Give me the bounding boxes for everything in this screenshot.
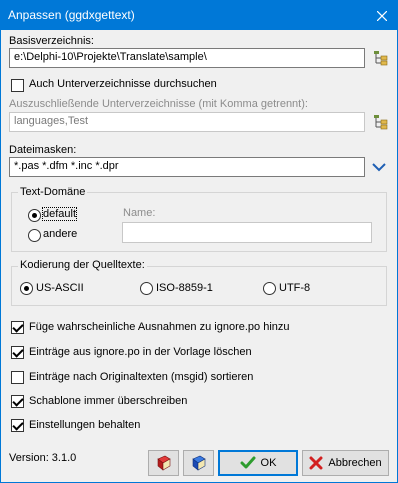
cancel-button[interactable]: Abbrechen bbox=[302, 450, 389, 476]
domain-default-label: default bbox=[41, 207, 78, 221]
remove-ignored-checkbox[interactable] bbox=[11, 346, 24, 359]
sort-msgid-label: Einträge nach Originaltexten (msgid) sor… bbox=[29, 371, 254, 383]
subdirs-checkbox[interactable] bbox=[11, 79, 24, 92]
browse-excluded-button[interactable] bbox=[372, 113, 390, 131]
add-exceptions-checkbox[interactable] bbox=[11, 321, 24, 334]
ok-button[interactable]: OK bbox=[218, 450, 298, 476]
keep-settings-label: Einstellungen behalten bbox=[29, 419, 141, 431]
masks-label: Dateimasken: bbox=[9, 144, 77, 156]
help-book-button[interactable] bbox=[148, 450, 179, 476]
encoding-iso-8859-1-label: ISO-8859-1 bbox=[156, 282, 213, 294]
settings-dialog: Anpassen (ggdxgettext) Basisverzeichnis:… bbox=[0, 0, 398, 483]
cancel-button-label: Abbrechen bbox=[328, 457, 382, 469]
browse-folder-button[interactable] bbox=[372, 49, 390, 67]
chevron-down-icon bbox=[372, 163, 386, 172]
domain-name-input[interactable] bbox=[122, 222, 372, 243]
domain-other-radio[interactable] bbox=[28, 229, 41, 242]
excluded-dirs-input[interactable]: languages,Test bbox=[9, 112, 365, 132]
sort-msgid-checkbox[interactable] bbox=[11, 371, 24, 384]
cross-icon bbox=[309, 456, 323, 470]
encoding-caption: Kodierung der Quelltexte: bbox=[18, 259, 147, 271]
encoding-us-ascii-label: US-ASCII bbox=[36, 282, 84, 294]
encoding-iso-8859-1-radio[interactable] bbox=[140, 282, 153, 295]
title-bar: Anpassen (ggdxgettext) bbox=[1, 1, 397, 30]
encoding-us-ascii-radio[interactable] bbox=[20, 282, 33, 295]
domain-other-label: andere bbox=[43, 228, 78, 240]
close-button[interactable] bbox=[367, 1, 397, 30]
folder-tree-icon bbox=[374, 115, 388, 130]
remove-ignored-label: Einträge aus ignore.po in der Vorlage lö… bbox=[29, 346, 252, 358]
red-book-icon bbox=[156, 455, 171, 471]
base-dir-input[interactable]: e:\Delphi-10\Projekte\Translate\sample\ bbox=[9, 48, 365, 68]
checkmark-icon bbox=[240, 456, 256, 469]
blue-book-icon bbox=[191, 455, 206, 471]
encoding-utf-8-radio[interactable] bbox=[263, 282, 276, 295]
folder-tree-icon bbox=[374, 51, 388, 66]
version-text: Version: 3.1.0 bbox=[9, 452, 77, 464]
text-domain-caption: Text-Domäne bbox=[18, 186, 88, 198]
domain-name-label: Name: bbox=[123, 207, 156, 219]
ok-button-label: OK bbox=[260, 457, 277, 469]
masks-dropdown-button[interactable] bbox=[370, 158, 388, 176]
encoding-utf-8-label: UTF-8 bbox=[279, 282, 311, 294]
overwrite-template-checkbox[interactable] bbox=[11, 395, 24, 408]
domain-default-radio[interactable] bbox=[28, 209, 41, 222]
add-exceptions-label: Füge wahrscheinliche Ausnahmen zu ignore… bbox=[29, 321, 290, 333]
base-dir-label: Basisverzeichnis: bbox=[9, 35, 94, 47]
excluded-dirs-label: Auszuschließende Unterverzeichnisse (mit… bbox=[9, 98, 308, 110]
overwrite-template-label: Schablone immer überschreiben bbox=[29, 395, 188, 407]
info-book-button[interactable] bbox=[183, 450, 214, 476]
window-title: Anpassen (ggdxgettext) bbox=[8, 8, 135, 22]
close-icon bbox=[377, 10, 387, 21]
subdirs-label: Auch Unterverzeichnisse durchsuchen bbox=[29, 78, 217, 90]
keep-settings-checkbox[interactable] bbox=[11, 419, 24, 432]
masks-input[interactable]: *.pas *.dfm *.inc *.dpr bbox=[9, 157, 365, 177]
